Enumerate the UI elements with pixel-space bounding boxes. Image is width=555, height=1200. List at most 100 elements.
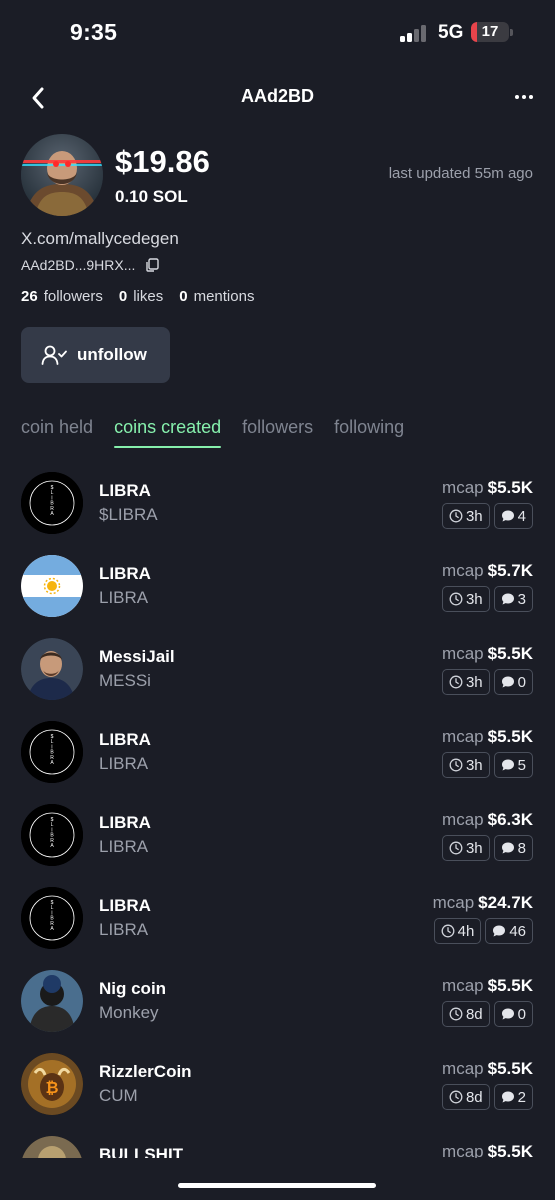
mentions-label: mentions — [193, 288, 255, 305]
battery-icon: 17 — [471, 22, 509, 42]
followers-label: followers — [43, 288, 103, 305]
profile-stats: 26 followers 0 likes 0 mentions — [21, 288, 254, 305]
coin-ticker: LIBRA — [99, 754, 149, 773]
clock-icon — [449, 1090, 463, 1104]
clock-icon — [441, 924, 455, 938]
replies-badge: 3 — [493, 586, 533, 612]
coin-row[interactable]: $ L I B R A LIBRA $LIBRA mcap $5.5K 3h 4 — [0, 463, 555, 546]
mcap-value: $5.5K — [487, 478, 533, 497]
age-text: 4h — [457, 922, 475, 940]
bull-art-icon — [21, 1136, 83, 1158]
coin-badges: 8d 2 — [441, 1084, 533, 1110]
comment-icon — [501, 676, 514, 688]
wallet-address: AAd2BD...9HRX... — [21, 257, 160, 273]
mentions-count: 0 — [179, 288, 188, 305]
coin-name: LIBRA — [99, 896, 151, 915]
more-options-button[interactable] — [508, 86, 540, 108]
coin-name: LIBRA — [99, 730, 151, 749]
tab-following[interactable]: following — [334, 417, 404, 448]
mcap-value: $5.5K — [487, 1142, 533, 1158]
unfollow-button[interactable]: unfollow — [21, 327, 170, 383]
coin-name: LIBRA — [99, 813, 151, 832]
age-badge: 4h — [433, 918, 482, 944]
coin-mcap: mcap $5.5K — [442, 976, 533, 996]
coin-ticker: MESSi — [99, 671, 151, 690]
coin-ticker: Monkey — [99, 1003, 159, 1022]
libra-logo-icon: $ L I B R A — [21, 721, 83, 783]
profile-avatar — [21, 134, 103, 216]
clock-icon — [449, 758, 463, 772]
coin-ticker: CUM — [99, 1086, 138, 1105]
replies-badge: 0 — [493, 1001, 533, 1027]
more-dot-icon — [515, 95, 519, 99]
coin-name: LIBRA — [99, 564, 151, 583]
coin-mcap: mcap $5.5K — [442, 1059, 533, 1079]
coin-row[interactable]: $ L I B R A LIBRA LIBRA mcap $6.3K 3h 8 — [0, 795, 555, 878]
age-text: 3h — [465, 673, 483, 691]
more-dot-icon — [522, 95, 526, 99]
network-type: 5G — [438, 22, 464, 43]
x-profile-link[interactable]: X.com/mallycedegen — [21, 229, 179, 249]
age-text: 8d — [465, 1088, 483, 1106]
coin-badges: 3h 5 — [441, 752, 533, 778]
wallet-address-text: AAd2BD...9HRX... — [21, 257, 136, 273]
mcap-label: mcap — [442, 478, 484, 497]
followers-stat[interactable]: 26 followers — [21, 288, 103, 305]
coin-ticker: $LIBRA — [99, 505, 158, 524]
home-indicator[interactable] — [178, 1183, 376, 1188]
tab-coins-created[interactable]: coins created — [114, 417, 222, 448]
coin-row[interactable]: LIBRA LIBRA mcap $5.7K 3h 3 — [0, 546, 555, 629]
replies-text: 5 — [517, 756, 526, 774]
profile-tabs: coin held coins created followers follow… — [21, 417, 404, 448]
coins-list: $ L I B R A LIBRA $LIBRA mcap $5.5K 3h 4 LIBRA… — [0, 463, 555, 1158]
coin-ticker: LIBRA — [99, 920, 149, 939]
replies-badge: 5 — [493, 752, 533, 778]
coin-badges: 4h 46 — [433, 918, 533, 944]
replies-badge: 8 — [493, 835, 533, 861]
comment-icon — [501, 1008, 514, 1020]
status-bar: 9:35 5G 17 — [0, 0, 555, 66]
tab-coin-held[interactable]: coin held — [21, 417, 93, 448]
coin-badges: 3h 4 — [441, 503, 533, 529]
more-dot-icon — [529, 95, 533, 99]
replies-text: 3 — [517, 590, 526, 608]
likes-label: likes — [133, 288, 164, 305]
copy-icon[interactable] — [145, 258, 160, 272]
coin-badges: 3h 8 — [441, 835, 533, 861]
mcap-value: $5.5K — [487, 644, 533, 663]
age-badge: 3h — [441, 835, 490, 861]
signal-icon — [400, 24, 430, 42]
age-badge: 3h — [441, 586, 490, 612]
coin-row[interactable]: MessiJail MESSi mcap $5.5K 3h 0 — [0, 629, 555, 712]
replies-badge: 46 — [485, 918, 533, 944]
tab-followers[interactable]: followers — [242, 417, 313, 448]
coin-row[interactable]: BULLSHIT mcap $5.5K — [0, 1127, 555, 1158]
likes-stat: 0 likes — [119, 288, 163, 305]
replies-badge: 4 — [493, 503, 533, 529]
mcap-value: $24.7K — [478, 893, 533, 912]
clock-icon — [449, 509, 463, 523]
clock-icon — [449, 1007, 463, 1021]
age-badge: 8d — [441, 1001, 490, 1027]
comment-icon — [501, 842, 514, 854]
status-time: 9:35 — [70, 19, 118, 45]
clock-icon — [449, 592, 463, 606]
coin-row[interactable]: $ L I B R A LIBRA LIBRA mcap $5.5K 3h 5 — [0, 712, 555, 795]
mcap-value: $6.3K — [487, 810, 533, 829]
back-button[interactable] — [24, 84, 52, 112]
svg-text:₿: ₿ — [45, 1079, 58, 1097]
coin-badges: 8d 0 — [441, 1001, 533, 1027]
coin-row[interactable]: ₿ RizzlerCoin CUM mcap $5.5K 8d 2 — [0, 1044, 555, 1127]
replies-text: 4 — [517, 507, 526, 525]
libra-logo-icon: $ L I B R A — [21, 887, 83, 949]
coin-row[interactable]: Nig coin Monkey mcap $5.5K 8d 0 — [0, 961, 555, 1044]
coin-row[interactable]: $ L I B R A LIBRA LIBRA mcap $24.7K 4h 46 — [0, 878, 555, 961]
age-badge: 3h — [441, 503, 490, 529]
likes-count: 0 — [118, 288, 128, 305]
replies-text: 8 — [517, 839, 526, 857]
replies-text: 0 — [517, 1005, 526, 1023]
mcap-label: mcap — [442, 1142, 484, 1158]
monkey-photo-icon — [21, 970, 83, 1032]
mcap-label: mcap — [442, 644, 484, 663]
coin-badges: 3h 3 — [441, 586, 533, 612]
